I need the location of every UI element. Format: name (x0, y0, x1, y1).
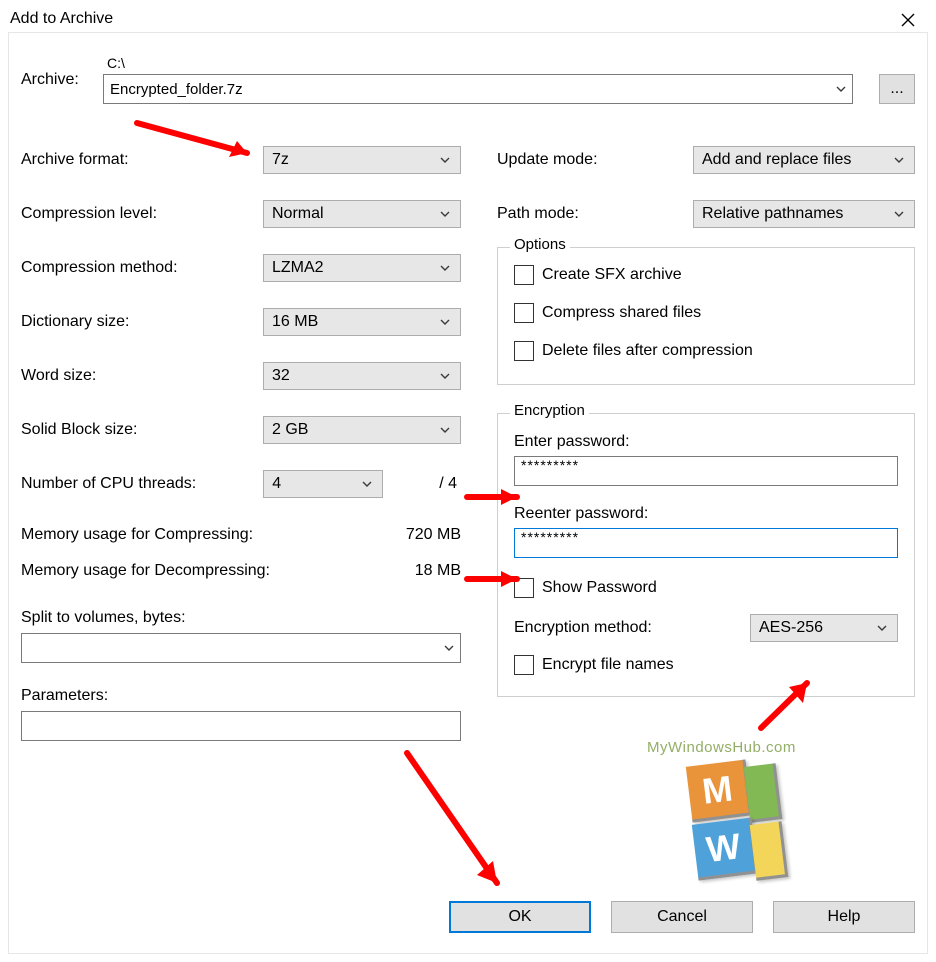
archive-format-label: Archive format: (21, 151, 263, 169)
reenter-password-value: ********* (521, 529, 579, 545)
help-button[interactable]: Help (773, 901, 915, 933)
update-mode-value: Add and replace files (702, 151, 894, 169)
chevron-down-icon (836, 85, 846, 93)
logo-tile-m: M (686, 760, 752, 823)
chevron-down-icon (440, 372, 450, 380)
archive-label: Archive: (21, 71, 103, 89)
chevron-down-icon (440, 264, 450, 272)
options-legend: Options (510, 236, 570, 253)
cancel-button[interactable]: Cancel (611, 901, 753, 933)
browse-button[interactable]: ... (879, 74, 915, 104)
dictionary-size-label: Dictionary size: (21, 313, 263, 331)
logo-tile-w: W (692, 818, 758, 881)
parameters-label: Parameters: (21, 687, 108, 705)
compression-method-value: LZMA2 (272, 259, 440, 277)
options-group: Options Create SFX archive Compress shar… (497, 247, 915, 385)
enter-password-value: ********* (521, 457, 579, 473)
solid-block-label: Solid Block size: (21, 421, 263, 439)
archive-name-input[interactable] (103, 74, 853, 104)
watermark-logo: MyWindowsHub.com M W (647, 739, 777, 889)
word-size-select[interactable]: 32 (263, 362, 461, 390)
path-mode-select[interactable]: Relative pathnames (693, 200, 915, 228)
cpu-threads-label: Number of CPU threads: (21, 475, 263, 493)
path-mode-value: Relative pathnames (702, 205, 894, 223)
delete-after-checkbox[interactable] (514, 341, 534, 361)
cancel-button-label: Cancel (657, 908, 707, 926)
chevron-down-icon (362, 480, 372, 488)
create-sfx-checkbox[interactable] (514, 265, 534, 285)
archive-name-dropdown[interactable] (830, 75, 852, 103)
chevron-down-icon (440, 318, 450, 326)
chevron-down-icon (894, 156, 904, 164)
parameters-input[interactable] (21, 711, 461, 741)
chevron-down-icon (877, 624, 887, 632)
cpu-threads-select[interactable]: 4 (263, 470, 383, 498)
parameters-field[interactable] (22, 713, 460, 739)
ok-button-label: OK (508, 908, 531, 926)
memory-decompress-label: Memory usage for Decompressing: (21, 562, 270, 580)
solid-block-value: 2 GB (272, 421, 440, 439)
compression-method-select[interactable]: LZMA2 (263, 254, 461, 282)
compression-level-value: Normal (272, 205, 440, 223)
logo-tile-yellow (750, 821, 789, 880)
word-size-label: Word size: (21, 367, 263, 385)
annotation-arrow-icon (397, 753, 527, 918)
cpu-threads-total: / 4 (439, 475, 461, 493)
compression-level-label: Compression level: (21, 205, 263, 223)
memory-decompress-value: 18 MB (415, 562, 461, 580)
encrypt-filenames-label: Encrypt file names (542, 656, 674, 674)
split-volumes-dropdown[interactable] (438, 634, 460, 662)
window-title: Add to Archive (10, 6, 113, 28)
archive-format-value: 7z (272, 151, 440, 169)
memory-compress-value: 720 MB (406, 526, 461, 544)
chevron-down-icon (440, 426, 450, 434)
memory-compress-label: Memory usage for Compressing: (21, 526, 253, 544)
solid-block-select[interactable]: 2 GB (263, 416, 461, 444)
show-password-label: Show Password (542, 579, 657, 597)
enter-password-label: Enter password: (514, 433, 630, 451)
watermark-text: MyWindowsHub.com (647, 739, 777, 756)
split-volumes-input[interactable] (21, 633, 461, 663)
encryption-method-select[interactable]: AES-256 (750, 614, 898, 642)
split-volumes-field[interactable] (22, 635, 438, 661)
create-sfx-label: Create SFX archive (542, 266, 682, 284)
dictionary-size-value: 16 MB (272, 313, 440, 331)
delete-after-label: Delete files after compression (542, 342, 753, 360)
update-mode-select[interactable]: Add and replace files (693, 146, 915, 174)
ok-button[interactable]: OK (449, 901, 591, 933)
archive-path: C:\ (103, 55, 915, 71)
logo-tile-green (744, 763, 783, 822)
split-volumes-label: Split to volumes, bytes: (21, 609, 186, 627)
encryption-method-label: Encryption method: (514, 619, 652, 637)
archive-format-select[interactable]: 7z (263, 146, 461, 174)
cpu-threads-value: 4 (272, 475, 362, 493)
encryption-group: Encryption Enter password: ********* Ree… (497, 413, 915, 697)
chevron-down-icon (440, 210, 450, 218)
chevron-down-icon (444, 644, 454, 652)
encryption-legend: Encryption (510, 402, 589, 419)
close-icon (901, 13, 915, 27)
help-button-label: Help (828, 908, 861, 926)
compression-level-select[interactable]: Normal (263, 200, 461, 228)
encryption-method-value: AES-256 (759, 619, 877, 637)
enter-password-input[interactable]: ********* (514, 456, 898, 486)
close-button[interactable] (896, 8, 920, 32)
chevron-down-icon (894, 210, 904, 218)
word-size-value: 32 (272, 367, 440, 385)
update-mode-label: Update mode: (497, 151, 693, 169)
chevron-down-icon (440, 156, 450, 164)
dictionary-size-select[interactable]: 16 MB (263, 308, 461, 336)
archive-name-field[interactable] (104, 76, 830, 102)
encrypt-filenames-checkbox[interactable] (514, 655, 534, 675)
compress-shared-label: Compress shared files (542, 304, 701, 322)
compression-method-label: Compression method: (21, 259, 263, 277)
reenter-password-input[interactable]: ********* (514, 528, 898, 558)
show-password-checkbox[interactable] (514, 578, 534, 598)
reenter-password-label: Reenter password: (514, 505, 648, 523)
path-mode-label: Path mode: (497, 205, 693, 223)
compress-shared-checkbox[interactable] (514, 303, 534, 323)
